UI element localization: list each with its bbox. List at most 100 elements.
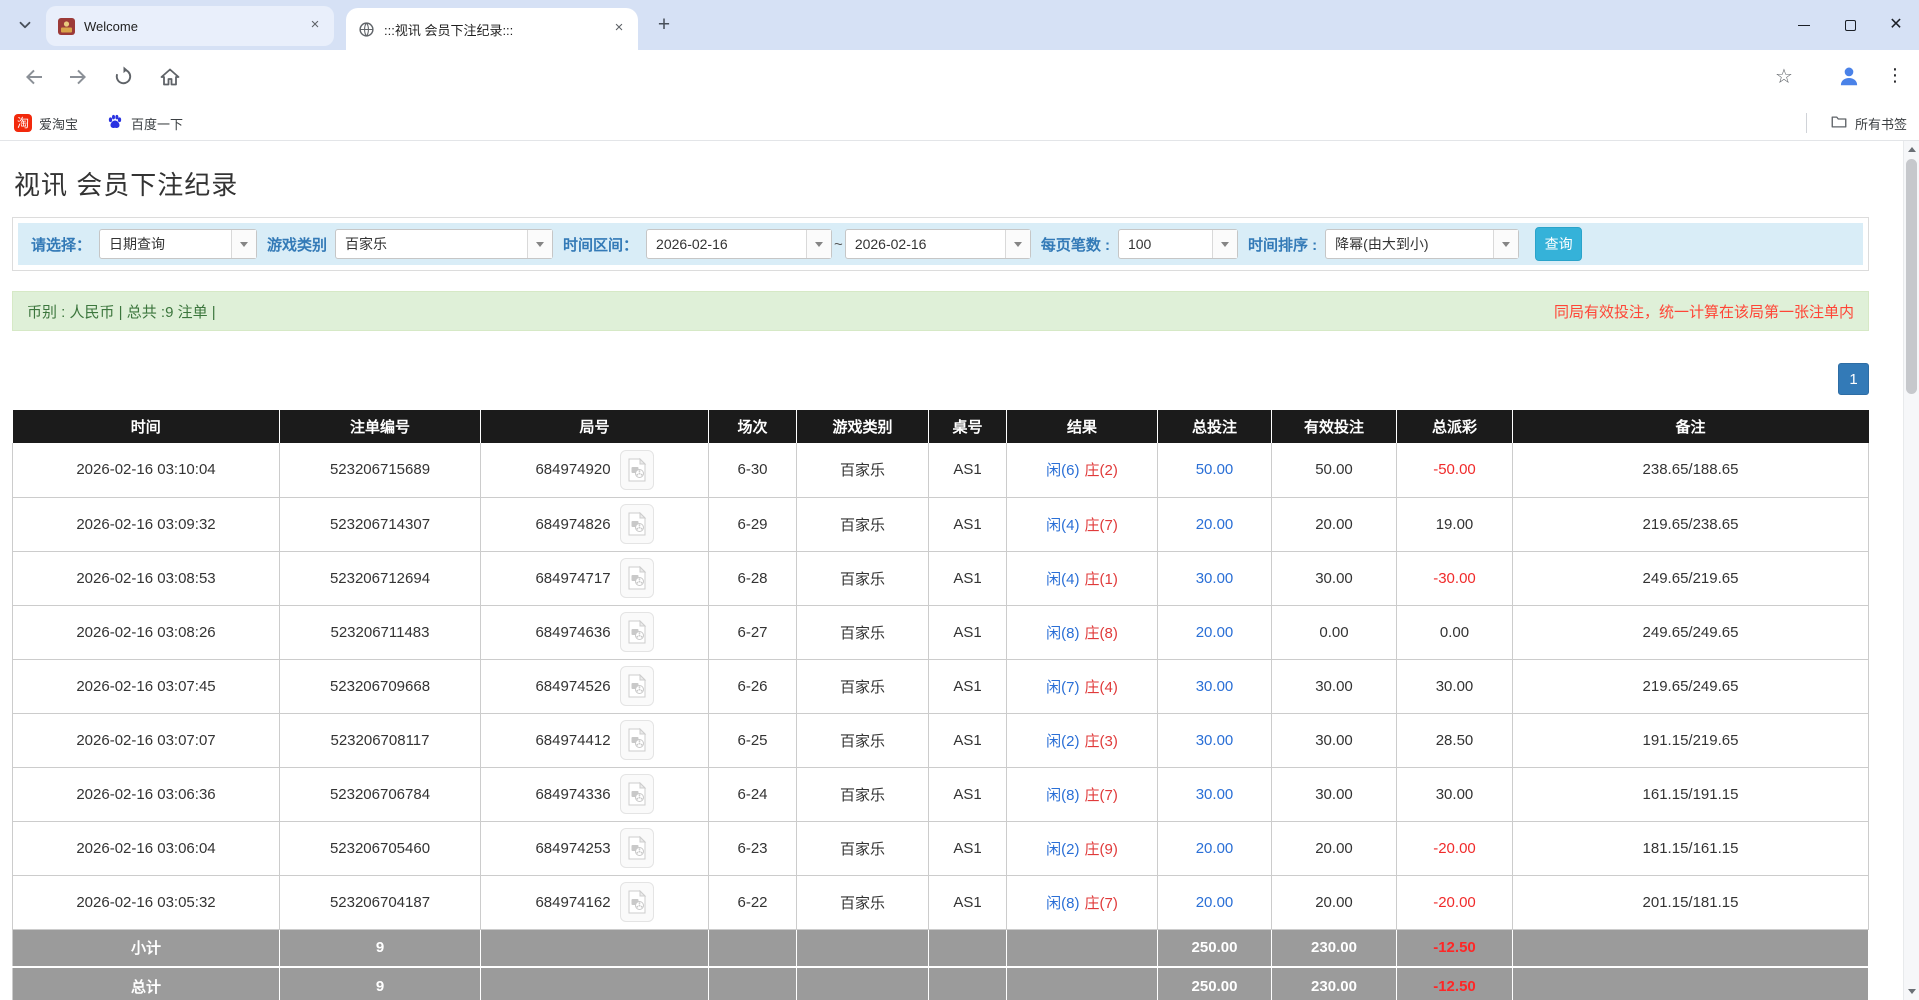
new-tab-button[interactable]: + [652,13,676,37]
cell-round: 684974526 [481,659,709,713]
video-replay-button[interactable] [620,666,654,706]
query-type-select[interactable]: 日期查询 [99,229,257,259]
sort-select[interactable]: 降幂(由大到小) [1325,229,1519,259]
profile-avatar[interactable] [1836,63,1860,87]
menu-dots-icon[interactable]: ⋮ [1886,65,1910,89]
date-start-value: 2026-02-16 [647,230,806,258]
chevron-down-icon[interactable] [1493,230,1518,258]
result-banker: 庄(8) [1085,625,1118,642]
video-replay-button[interactable] [620,774,654,814]
taobao-icon: 淘 [14,114,32,132]
tab-search-icon[interactable] [16,16,34,34]
chevron-down-icon[interactable] [806,230,831,258]
round-number: 684974412 [535,732,610,749]
footer-empty [1513,929,1869,967]
cell-game: 百家乐 [797,821,929,875]
cell-total-bet: 30.00 [1158,659,1272,713]
cell-payout: 0.00 [1397,605,1513,659]
cell-bet-id: 523206704187 [280,875,481,929]
bookmark-aitaobao[interactable]: 淘 爱淘宝 [14,111,78,135]
bookmark-label: 爱淘宝 [39,114,78,133]
cell-table: AS1 [929,497,1007,551]
bookmark-baidu[interactable]: 百度一下 [106,111,183,135]
cell-valid-bet: 50.00 [1272,443,1397,497]
video-replay-button[interactable] [620,450,654,490]
forward-icon[interactable] [66,65,90,89]
close-icon[interactable]: × [610,20,628,38]
chevron-down-icon[interactable] [1005,230,1030,258]
cell-valid-bet: 30.00 [1272,659,1397,713]
reload-icon[interactable] [112,65,136,89]
result-player: 闲(8) [1046,625,1079,642]
cell-game: 百家乐 [797,443,929,497]
video-replay-button[interactable] [620,558,654,598]
column-header-3: 场次 [709,410,797,443]
date-start-select[interactable]: 2026-02-16 [646,229,832,259]
minimize-button[interactable] [1781,0,1827,50]
tab-welcome[interactable]: Welcome × [46,6,334,46]
chevron-down-icon[interactable] [231,230,256,258]
video-replay-button[interactable] [620,612,654,652]
footer-empty [929,967,1007,1000]
home-icon[interactable] [158,65,182,89]
table-row: 2026-02-16 03:05:32523206704187684974162… [13,875,1869,929]
maximize-button[interactable] [1827,0,1873,50]
currency-summary: 币别 : 人民币 | 总共 :9 注单 | [27,301,216,322]
close-window-button[interactable]: ✕ [1873,0,1919,50]
table-row: 2026-02-16 03:08:26523206711483684974636… [13,605,1869,659]
round-number: 684974826 [535,516,610,533]
baidu-paw-icon [106,113,124,134]
tab-betrecord[interactable]: :::视讯 会员下注纪录::: × [346,8,638,50]
footer-empty [481,929,709,967]
footer-total-bet: 250.00 [1158,929,1272,967]
cell-result: 闲(8)庄(7) [1007,767,1158,821]
footer-valid-bet: 230.00 [1272,967,1397,1000]
cell-total-bet: 20.00 [1158,497,1272,551]
table-row: 2026-02-16 03:07:45523206709668684974526… [13,659,1869,713]
sort-label: 时间排序 : [1248,234,1317,255]
result-banker: 庄(7) [1085,895,1118,912]
video-replay-button[interactable] [620,828,654,868]
cell-payout: -20.00 [1397,875,1513,929]
cell-time: 2026-02-16 03:07:07 [13,713,280,767]
cell-payout: 28.50 [1397,713,1513,767]
cell-total-bet: 20.00 [1158,605,1272,659]
video-replay-button[interactable] [620,882,654,922]
game-kind-select[interactable]: 百家乐 [335,229,553,259]
cell-note: 181.15/161.15 [1513,821,1869,875]
date-end-value: 2026-02-16 [846,230,1005,258]
scrollbar-thumb[interactable] [1906,159,1917,394]
query-button[interactable]: 查询 [1535,227,1582,261]
date-end-select[interactable]: 2026-02-16 [845,229,1031,259]
cell-result: 闲(4)庄(1) [1007,551,1158,605]
game-kind-label: 游戏类别 [267,234,327,255]
chevron-down-icon[interactable] [1212,230,1237,258]
cell-valid-bet: 20.00 [1272,497,1397,551]
back-icon[interactable] [22,65,46,89]
footer-empty [797,929,929,967]
summary-bar: 币别 : 人民币 | 总共 :9 注单 | 同局有效投注，统一计算在该局第一张注… [12,291,1869,331]
result-banker: 庄(9) [1085,841,1118,858]
notice-text: 同局有效投注，统一计算在该局第一张注单内 [1554,301,1854,322]
footer-payout: -12.50 [1397,929,1513,967]
close-icon[interactable]: × [306,17,324,35]
video-replay-button[interactable] [620,720,654,760]
video-replay-button[interactable] [620,504,654,544]
scroll-up-icon[interactable] [1904,141,1919,157]
page-size-select[interactable]: 100 [1118,229,1238,259]
cell-session: 6-29 [709,497,797,551]
cell-payout: 19.00 [1397,497,1513,551]
cell-bet-id: 523206709668 [280,659,481,713]
cell-table: AS1 [929,821,1007,875]
page-1-button[interactable]: 1 [1838,363,1869,395]
bookmark-star-icon[interactable]: ☆ [1775,64,1799,88]
result-banker: 庄(3) [1085,733,1118,750]
chevron-down-icon[interactable] [527,230,552,258]
column-header-7: 总投注 [1158,410,1272,443]
cell-total-bet: 50.00 [1158,443,1272,497]
all-bookmarks-button[interactable]: 所有书签 [1830,111,1907,135]
scroll-down-icon[interactable] [1904,984,1919,1000]
result-banker: 庄(7) [1085,517,1118,534]
vertical-scrollbar[interactable] [1903,141,1919,1000]
tab-title: Welcome [84,19,306,34]
